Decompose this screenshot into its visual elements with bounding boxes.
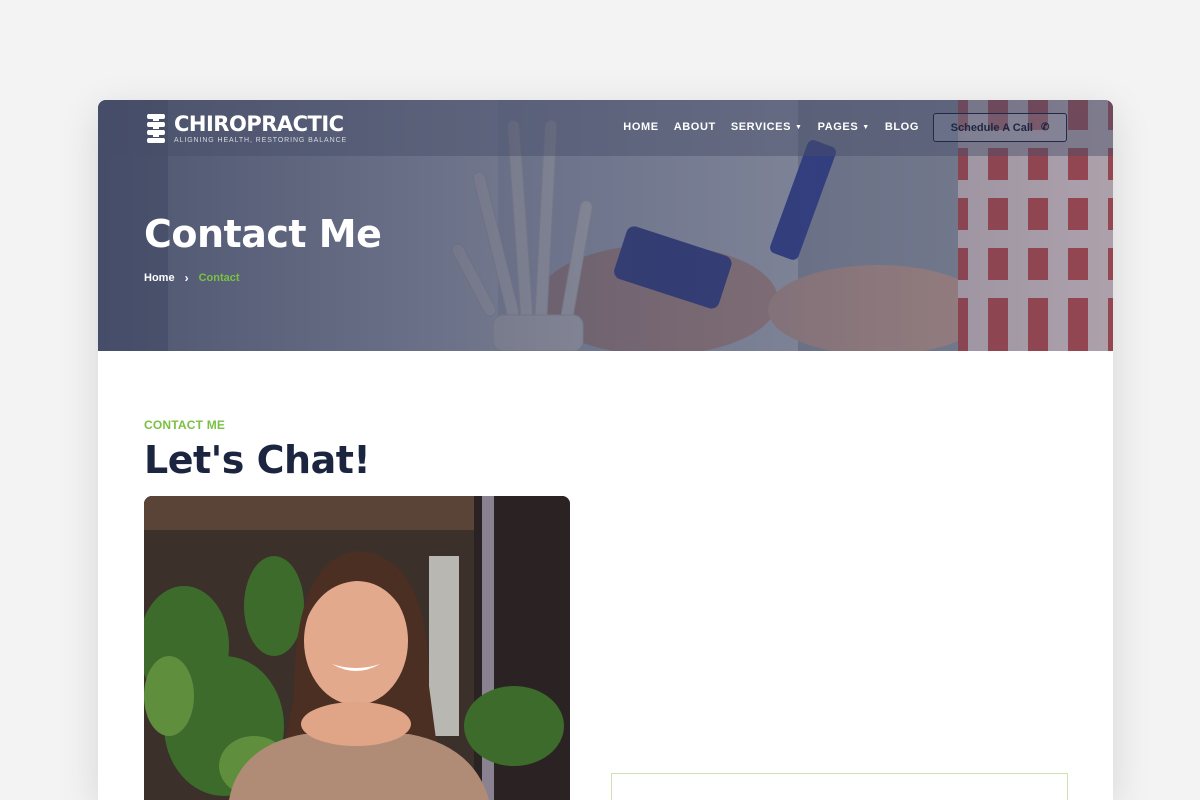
contact-photo (144, 496, 570, 800)
chevron-down-icon: ▼ (862, 123, 870, 131)
spine-icon (147, 114, 165, 143)
nav-item-pages-label: PAGES (817, 121, 859, 133)
nav-item-services[interactable]: SERVICES ▼ (731, 121, 803, 133)
contact-form-panel (611, 773, 1068, 800)
schedule-call-label: Schedule A Call (950, 121, 1033, 134)
breadcrumb-current: Contact (198, 272, 240, 284)
nav-item-home-label: HOME (623, 121, 659, 133)
breadcrumb-separator-icon: › (184, 271, 189, 285)
section-eyebrow: CONTACT ME (144, 418, 226, 432)
main-navigation: HOME ABOUT SERVICES ▼ PAGES ▼ BLOG (623, 121, 919, 133)
browser-window: CHIROPRACTIC ALIGNING HEALTH, RESTORING … (98, 100, 1113, 800)
schedule-call-button[interactable]: Schedule A Call ✆ (933, 113, 1067, 142)
nav-item-home[interactable]: HOME (623, 121, 658, 133)
nav-item-blog[interactable]: BLOG (885, 121, 919, 133)
woman-portrait-image (144, 496, 570, 800)
site-logo[interactable]: CHIROPRACTIC ALIGNING HEALTH, RESTORING … (144, 112, 347, 146)
nav-item-pages[interactable]: PAGES ▼ (818, 121, 870, 133)
breadcrumb: Home › Contact (144, 271, 240, 285)
page-title: Contact Me (144, 212, 382, 256)
section-heading: Let's Chat! (144, 438, 371, 482)
nav-item-services-label: SERVICES (730, 121, 792, 133)
chevron-down-icon: ▼ (795, 123, 803, 131)
logo-title: CHIROPRACTIC (174, 112, 344, 136)
phone-icon: ✆ (1040, 122, 1050, 133)
breadcrumb-home-link[interactable]: Home (144, 272, 175, 284)
site-header: CHIROPRACTIC ALIGNING HEALTH, RESTORING … (98, 100, 1113, 156)
hero-banner: CHIROPRACTIC ALIGNING HEALTH, RESTORING … (98, 100, 1113, 351)
nav-item-about-label: ABOUT (673, 121, 716, 133)
logo-tagline: ALIGNING HEALTH, RESTORING BALANCE (174, 137, 348, 144)
nav-item-about[interactable]: ABOUT (674, 121, 716, 133)
nav-item-blog-label: BLOG (884, 121, 919, 133)
